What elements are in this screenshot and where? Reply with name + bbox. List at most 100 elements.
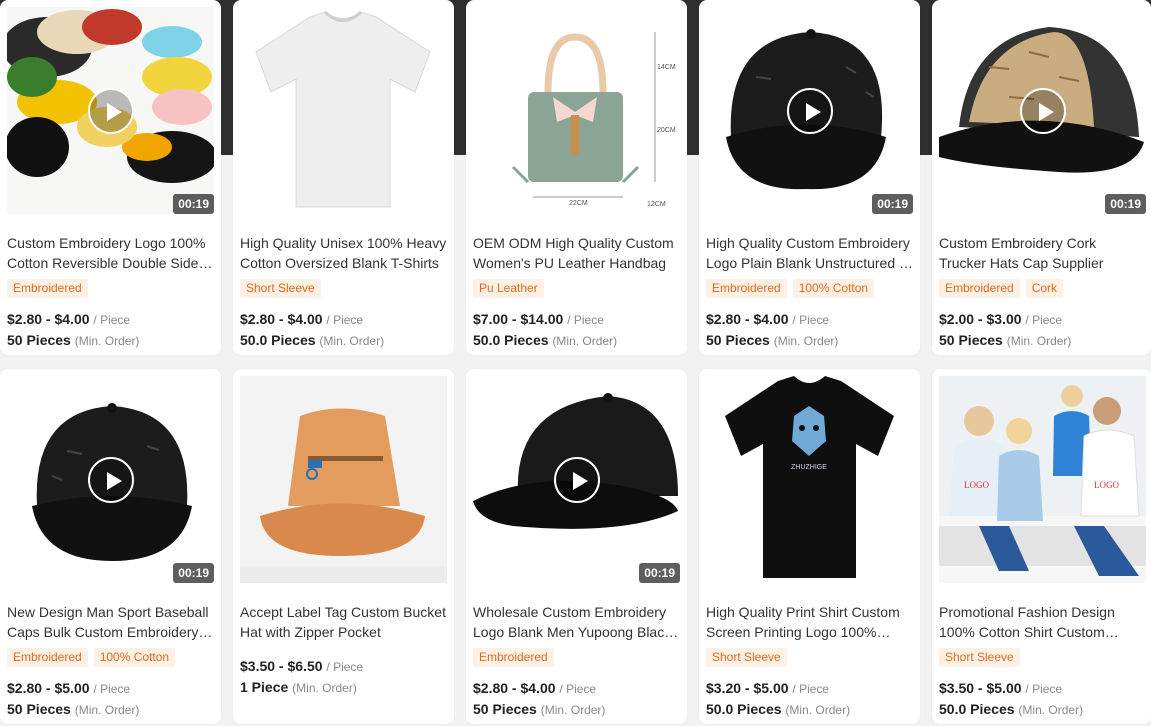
price-range: $2.00 - $3.00 [939, 311, 1022, 327]
product-image[interactable]: 00:19 [939, 7, 1146, 214]
product-title[interactable]: Promotional Fashion Design 100% Cotton S… [939, 602, 1146, 642]
product-price: $2.80 - $4.00 / Piece [473, 680, 596, 696]
product-price: $2.00 - $3.00 / Piece [939, 311, 1062, 327]
product-image[interactable]: 00:19 [7, 376, 214, 583]
product-price: $7.00 - $14.00 / Piece [473, 311, 604, 327]
product-title[interactable]: Accept Label Tag Custom Bucket Hat with … [240, 602, 447, 642]
product-tag: 100% Cotton [93, 648, 176, 667]
moq-value: 50.0 Pieces [473, 332, 549, 348]
min-order: 50 Pieces (Min. Order) [7, 701, 139, 717]
price-range: $7.00 - $14.00 [473, 311, 564, 327]
product-card[interactable]: High Quality Unisex 100% Heavy Cotton Ov… [233, 0, 454, 355]
family-photo-image: LOGO LOGO [939, 376, 1146, 583]
moq-unit: (Min. Order) [1006, 334, 1072, 348]
video-duration: 00:19 [639, 563, 680, 583]
price-unit: / Piece [93, 682, 131, 696]
product-price: $2.80 - $4.00 / Piece [7, 311, 130, 327]
price-unit: / Piece [1025, 313, 1063, 327]
price-unit: / Piece [559, 682, 597, 696]
dim-height-top: 14CM [657, 64, 676, 71]
product-image[interactable] [240, 376, 447, 583]
play-icon[interactable] [1020, 88, 1066, 134]
logo-print: LOGO [964, 480, 989, 490]
product-price: $3.20 - $5.00 / Piece [706, 680, 829, 696]
dim-width: 22CM [569, 200, 588, 207]
product-price: $2.80 - $4.00 / Piece [706, 311, 829, 327]
product-card[interactable]: 00:19 Custom Embroidery Cork Trucker Hat… [932, 0, 1151, 355]
price-range: $2.80 - $5.00 [7, 680, 90, 696]
play-icon[interactable] [88, 88, 134, 134]
orange-bucket-hat-image [240, 376, 447, 583]
moq-value: 1 Piece [240, 679, 289, 695]
min-order: 50.0 Pieces (Min. Order) [939, 701, 1083, 717]
min-order: 50 Pieces (Min. Order) [7, 332, 139, 348]
product-title[interactable]: Wholesale Custom Embroidery Logo Blank M… [473, 602, 680, 642]
black-tshirt-image: ZHUZHIGE [706, 376, 913, 583]
product-tag: Pu Leather [473, 279, 544, 298]
play-icon[interactable] [554, 457, 600, 503]
product-title[interactable]: High Quality Custom Embroidery Logo Plai… [706, 233, 913, 273]
product-image[interactable]: LOGO LOGO [939, 376, 1146, 583]
price-range: $3.50 - $5.00 [939, 680, 1022, 696]
handbag-image: 14CM 20CM 22CM 12CM [473, 7, 680, 214]
price-range: $2.80 - $4.00 [240, 311, 323, 327]
min-order: 50.0 Pieces (Min. Order) [473, 332, 617, 348]
video-duration: 00:19 [1105, 194, 1146, 214]
product-card[interactable]: 00:19 New Design Man Sport Baseball Caps… [0, 369, 221, 724]
moq-unit: (Min. Order) [1018, 703, 1084, 717]
moq-value: 50 Pieces [7, 332, 71, 348]
product-image[interactable]: 00:19 [7, 7, 214, 214]
price-range: $3.20 - $5.00 [706, 680, 789, 696]
product-tag: Embroidered [706, 279, 787, 298]
product-title[interactable]: OEM ODM High Quality Custom Women's PU L… [473, 233, 680, 273]
dim-height: 20CM [657, 127, 676, 134]
product-card[interactable]: 00:19 High Quality Custom Embroidery Log… [699, 0, 920, 355]
product-title[interactable]: High Quality Unisex 100% Heavy Cotton Ov… [240, 233, 447, 273]
print-text: ZHUZHIGE [791, 464, 827, 471]
product-card[interactable]: ZHUZHIGE High Quality Print Shirt Custom… [699, 369, 920, 724]
product-tag: 100% Cotton [792, 279, 875, 298]
moq-unit: (Min. Order) [319, 334, 385, 348]
moq-unit: (Min. Order) [292, 681, 357, 695]
product-tags: Short Sleeve [939, 648, 1020, 667]
product-image[interactable]: 00:19 [473, 376, 680, 583]
price-range: $2.80 - $4.00 [7, 311, 90, 327]
product-tag: Cork [1025, 279, 1064, 298]
product-tag: Embroidered [7, 648, 88, 667]
product-card[interactable]: 00:19 Custom Embroidery Logo 100% Cotton… [0, 0, 221, 355]
product-card[interactable]: 00:19 Wholesale Custom Embroidery Logo B… [466, 369, 687, 724]
product-tag: Embroidered [939, 279, 1020, 298]
video-duration: 00:19 [173, 194, 214, 214]
product-tags: Embroidered [473, 648, 554, 667]
product-card[interactable]: LOGO LOGO Promotional Fashion Design 100… [932, 369, 1151, 724]
price-unit: / Piece [567, 313, 604, 327]
product-title[interactable]: Custom Embroidery Logo 100% Cotton Rever… [7, 233, 214, 273]
product-card[interactable]: Accept Label Tag Custom Bucket Hat with … [233, 369, 454, 724]
price-unit: / Piece [326, 313, 364, 327]
moq-value: 50 Pieces [706, 332, 770, 348]
moq-unit: (Min. Order) [552, 334, 618, 348]
moq-unit: (Min. Order) [74, 334, 140, 348]
product-tags: Short Sleeve [706, 648, 787, 667]
product-price: $2.80 - $4.00 / Piece [240, 311, 363, 327]
product-title[interactable]: High Quality Print Shirt Custom Screen P… [706, 602, 913, 642]
product-title[interactable]: Custom Embroidery Cork Trucker Hats Cap … [939, 233, 1146, 273]
logo-print: LOGO [1094, 480, 1119, 490]
moq-value: 50.0 Pieces [706, 701, 782, 717]
product-card[interactable]: 14CM 20CM 22CM 12CM OEM ODM High Quality… [466, 0, 687, 355]
product-title[interactable]: New Design Man Sport Baseball Caps Bulk … [7, 602, 214, 642]
play-icon[interactable] [787, 88, 833, 134]
play-icon[interactable] [88, 457, 134, 503]
moq-value: 50.0 Pieces [939, 701, 1015, 717]
product-tags: Pu Leather [473, 279, 544, 298]
product-tag: Short Sleeve [706, 648, 787, 667]
product-grid: 00:19 Custom Embroidery Logo 100% Cotton… [0, 0, 1151, 726]
product-image[interactable] [240, 7, 447, 214]
product-tags: Short Sleeve [240, 279, 321, 298]
product-image[interactable]: ZHUZHIGE [706, 376, 913, 583]
white-tshirt-image [240, 7, 447, 214]
product-image[interactable]: 14CM 20CM 22CM 12CM [473, 7, 680, 214]
product-tags: Embroidered [7, 279, 88, 298]
product-tag: Short Sleeve [939, 648, 1020, 667]
product-image[interactable]: 00:19 [706, 7, 913, 214]
